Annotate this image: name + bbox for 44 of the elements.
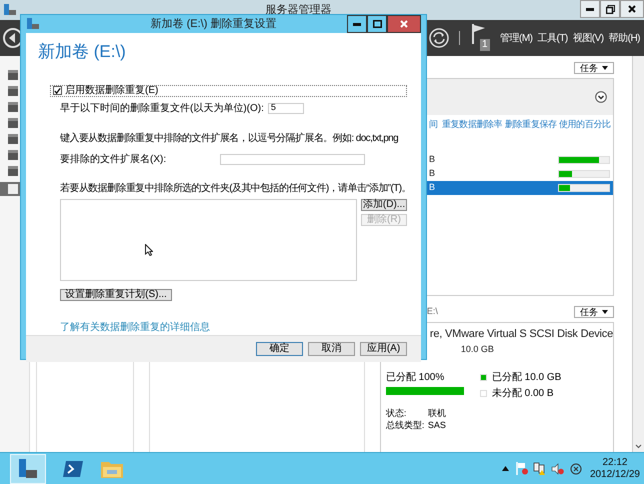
dialog-title: 新加卷 (E:\) 删除重复设置: [150, 16, 278, 32]
field-label: 要排除的文件扩展名(X):: [60, 152, 168, 166]
disk-size: 10.0 GB: [460, 342, 494, 356]
field-label: 早于以下时间的删除重复文件(以天为单位)(O):: [60, 102, 264, 116]
tasks-dropdown[interactable]: 任务: [574, 306, 614, 318]
disk-name: re, VMware Virtual S SCSI Disk Device: [430, 327, 613, 342]
add-button[interactable]: 添加(D)...: [361, 198, 407, 210]
dialog-heading: 新加卷 (E:\): [38, 41, 127, 63]
table-cell-text: B: [429, 167, 436, 180]
disk-path: E:\: [426, 305, 439, 318]
tasks-dropdown[interactable]: 任务: [574, 62, 614, 74]
clock[interactable]: 22:12 2012/12/29: [590, 456, 640, 480]
property-value: 联机: [428, 407, 446, 419]
tasks-label: 任务: [580, 307, 598, 317]
property-value: SAS: [428, 419, 446, 431]
instruction-text: 键入要从数据删除重复中排除的文件扩展名，以逗号分隔扩展名。例如: doc,txt,png: [60, 132, 398, 146]
column-header[interactable]: 重复数据删除率: [441, 118, 504, 132]
column-header[interactable]: 使用的百分比: [558, 118, 613, 132]
window-title: 服务器管理器: [264, 2, 332, 18]
menu-item[interactable]: 视图(V): [572, 30, 604, 46]
legend-label: 未分配 0.00 B: [492, 386, 554, 401]
table-cell-text: B: [429, 181, 436, 194]
help-link[interactable]: 了解有关数据删除重复的详细信息: [60, 320, 407, 334]
table-cell-text: B: [429, 153, 436, 166]
column-header[interactable]: 间: [429, 118, 441, 132]
property-label: 状态:: [386, 407, 408, 419]
notification-count: 1: [480, 39, 490, 51]
allocation-label: 已分配 100%: [386, 371, 446, 385]
column-header[interactable]: 删除重复保存: [504, 118, 558, 132]
clock-time: 22:12: [602, 456, 628, 468]
instruction-text: 若要从数据删除重复中排除所选的文件夹(及其中包括的任何文件)，请单击“添加”(T)。: [60, 182, 411, 196]
checkbox-label: 启用数据删除重复(E): [65, 86, 158, 96]
dialog-button[interactable]: 取消: [308, 342, 355, 356]
property-label: 总线类型:: [386, 419, 426, 431]
menu-item[interactable]: 管理(M): [500, 30, 532, 46]
dialog-button[interactable]: 确定: [256, 342, 303, 356]
legend-label: 已分配 10.0 GB: [492, 371, 562, 385]
schedule-button[interactable]: 设置删除重复计划(S)...: [60, 288, 172, 300]
days-field[interactable]: 5: [268, 102, 304, 114]
menu-item[interactable]: 工具(T): [537, 30, 568, 46]
dialog-button[interactable]: 应用(A): [360, 342, 407, 356]
menu-item[interactable]: 帮助(H): [608, 30, 640, 46]
tasks-label: 任务: [580, 63, 598, 73]
clock-date: 2012/12/29: [590, 468, 640, 480]
